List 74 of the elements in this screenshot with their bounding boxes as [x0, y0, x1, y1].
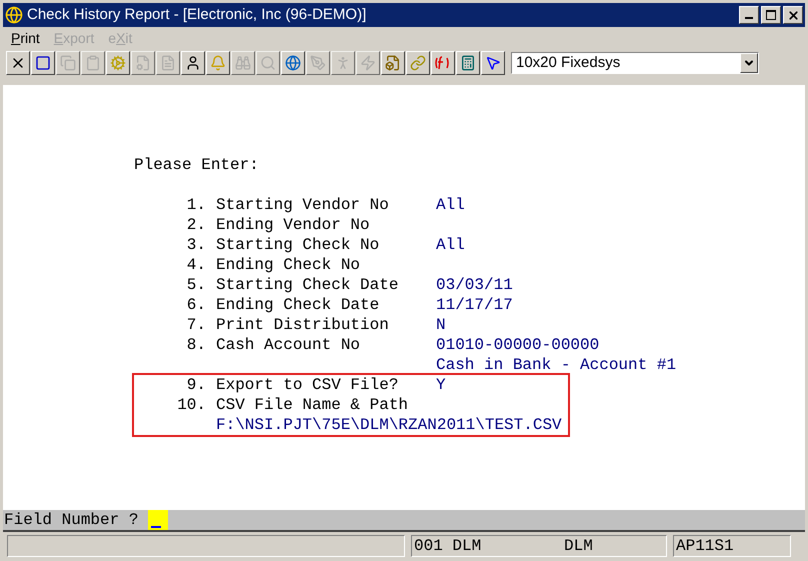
input-field[interactable]: [148, 510, 168, 530]
field-label: Starting Check Date: [216, 275, 400, 295]
person-icon: [185, 55, 201, 71]
window-title: Check History Report - [Electronic, Inc (96-DEMO)]: [27, 4, 368, 25]
search-icon: [260, 55, 276, 71]
status-text: 001 DLM: [414, 536, 482, 556]
font-select[interactable]: 10x20 Fixedsys: [511, 52, 759, 74]
document-icon: [160, 55, 176, 71]
toolbar-button[interactable]: [431, 51, 455, 75]
help-pointer-icon: [485, 55, 501, 71]
field-number: 3.: [186, 235, 206, 255]
toolbar-button[interactable]: [181, 51, 205, 75]
field-number: 9.: [186, 375, 206, 395]
maximize-button[interactable]: [761, 6, 781, 24]
field-label: Starting Vendor No: [216, 195, 390, 215]
globe-icon: [5, 6, 23, 24]
document-lightning-icon: [385, 55, 401, 71]
field-label: Ending Check Date: [216, 295, 380, 315]
field-number: 10.: [176, 395, 206, 415]
field-number: 7.: [186, 315, 206, 335]
toolbar-button[interactable]: [206, 51, 230, 75]
field-label: Export to CSV File?: [216, 375, 400, 395]
toolbar-button[interactable]: [106, 51, 130, 75]
clipboard-icon: [85, 55, 101, 71]
field-number: 1.: [186, 195, 206, 215]
close-button[interactable]: [783, 6, 803, 24]
field-number: 8.: [186, 335, 206, 355]
minimize-button[interactable]: [739, 6, 759, 24]
calculator-icon: [460, 55, 476, 71]
pen-icon: [310, 55, 326, 71]
gear-icon: [110, 55, 126, 71]
field-number: 5.: [186, 275, 206, 295]
field-number: 2.: [186, 215, 206, 235]
form-heading: Please Enter:: [134, 155, 259, 175]
menu-item[interactable]: Print: [11, 28, 40, 48]
field-label: Starting Check No: [216, 235, 380, 255]
link-icon: [410, 55, 426, 71]
close-icon: [786, 8, 800, 22]
lightning-icon: [360, 55, 376, 71]
field-label: Print Distribution: [216, 315, 390, 335]
prompt-label: Field Number ?: [4, 510, 138, 530]
toolbar-button[interactable]: [6, 51, 30, 75]
toolbar-button[interactable]: [281, 51, 305, 75]
field-value: Cash in Bank - Account #1: [436, 355, 676, 375]
toolbar-button[interactable]: [481, 51, 505, 75]
copy-icon: [60, 55, 76, 71]
selection-icon: [35, 55, 51, 71]
field-value: 03/03/11: [436, 275, 513, 295]
toolbar-button[interactable]: [381, 51, 405, 75]
field-value: N: [436, 315, 446, 335]
field-number: 6.: [186, 295, 206, 315]
field-label: Ending Check No: [216, 255, 362, 275]
binoculars-icon: [235, 55, 251, 71]
field-value: All: [436, 195, 465, 215]
toolbar-button[interactable]: [456, 51, 480, 75]
field-number: 4.: [186, 255, 206, 275]
field-value: 11/17/17: [436, 295, 513, 315]
globe-icon: [285, 55, 301, 71]
toolbar-button[interactable]: [31, 51, 55, 75]
field-label: Cash Account No: [216, 335, 362, 355]
maximize-icon: [766, 10, 776, 20]
field-value: All: [436, 235, 465, 255]
field-value: Y: [436, 375, 446, 395]
function-icon: [435, 55, 451, 71]
status-text: AP11S1: [676, 536, 734, 556]
toolbar-button[interactable]: [406, 51, 430, 75]
field-label: CSV File Name & Path: [216, 395, 410, 415]
document-gear-icon: [135, 55, 151, 71]
bell-icon: [210, 55, 226, 71]
dropdown-button[interactable]: [740, 53, 758, 73]
field-label: Ending Vendor No: [216, 215, 371, 235]
field-value: F:\NSI.PJT\75E\DLM\RZAN2011\TEST.CSV: [216, 415, 562, 435]
field-value: 01010-00000-00000: [436, 335, 600, 355]
status-text: DLM: [564, 536, 593, 556]
